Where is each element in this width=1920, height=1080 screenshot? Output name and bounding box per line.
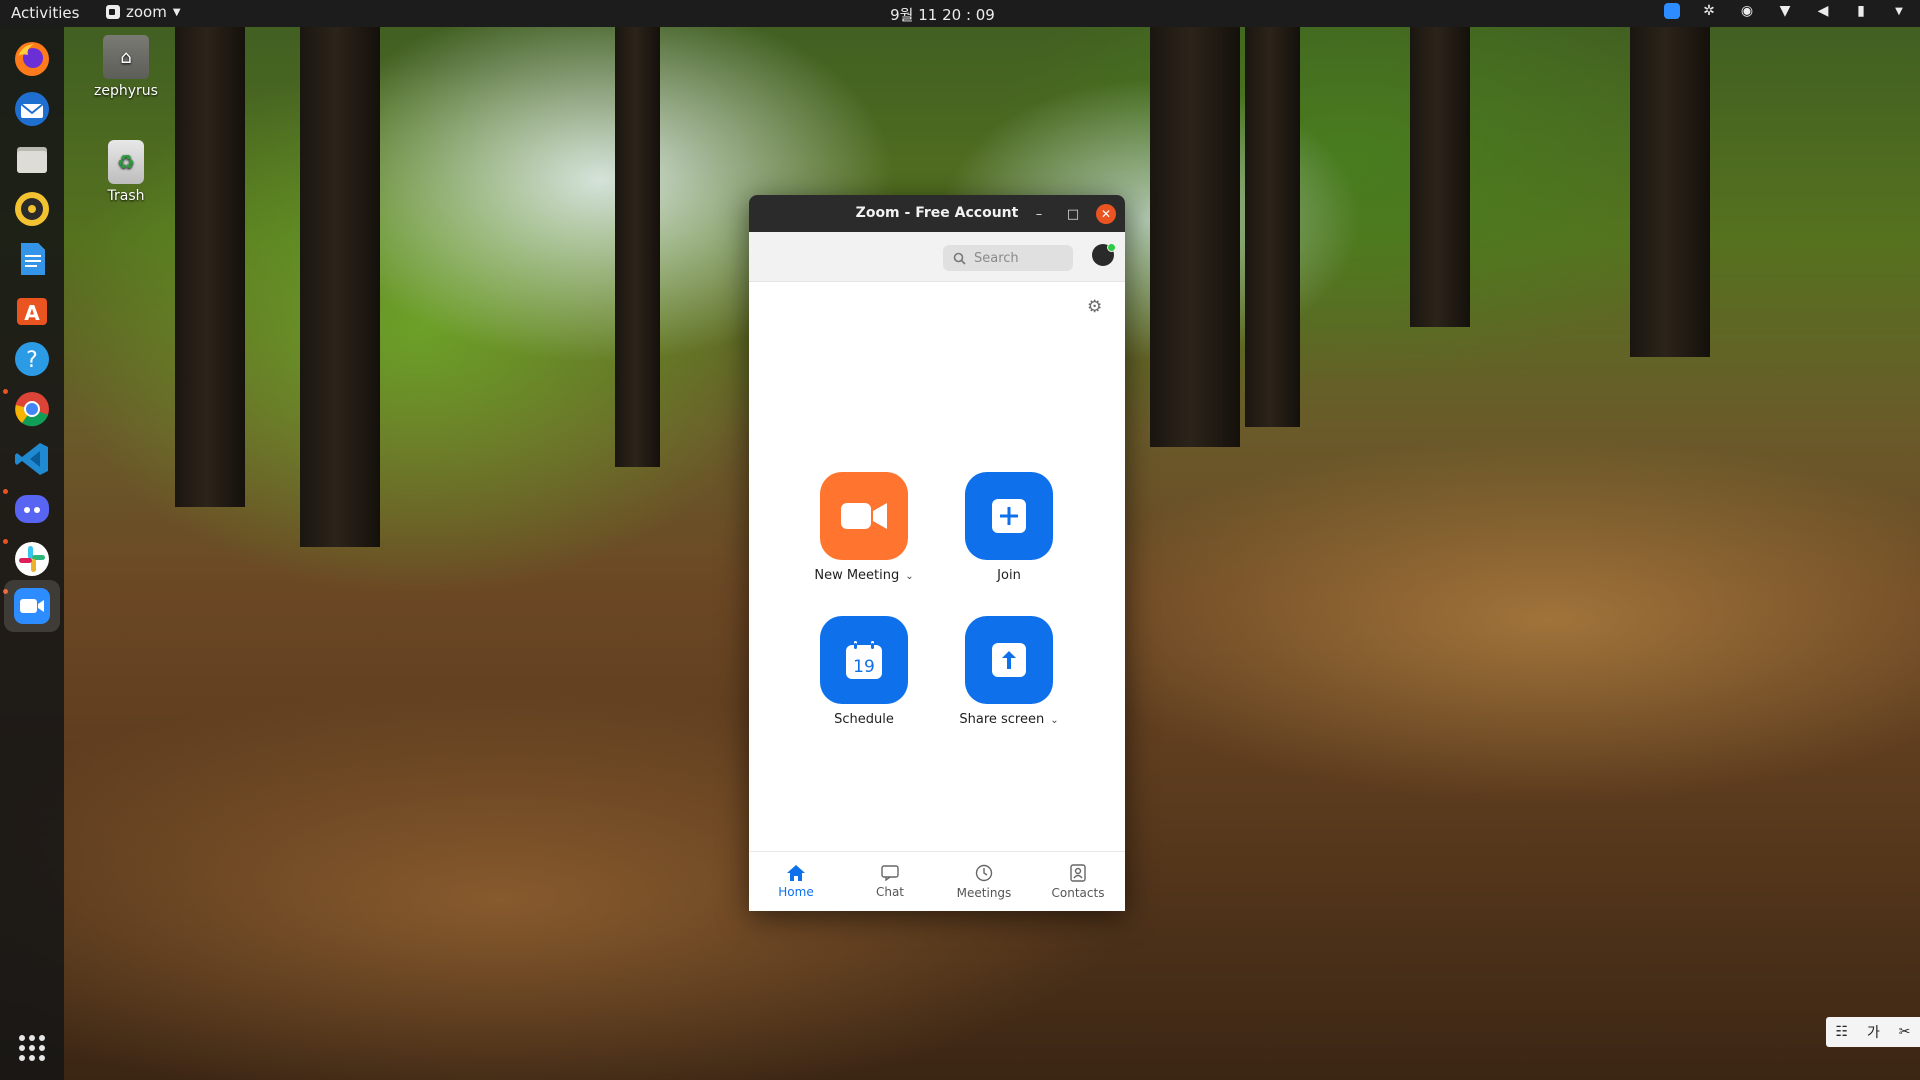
tree-trunk (300, 27, 380, 547)
share-screen-button[interactable]: Share screen ⌄ (949, 616, 1069, 727)
chrome-icon[interactable] (10, 387, 54, 431)
tab-contacts-label: Contacts (1051, 885, 1105, 900)
tree-trunk (175, 27, 245, 507)
ime-tools-icon[interactable]: ✂ (1899, 1024, 1911, 1040)
slack-tray-icon[interactable]: ✲ (1700, 3, 1718, 19)
zoom-icon[interactable] (4, 580, 60, 632)
schedule-tile[interactable]: 19 (820, 616, 908, 704)
system-tray[interactable]: ✲ ◉ ▼ ◀ ▮ ▼ (1664, 3, 1908, 19)
join-button[interactable]: Join (949, 472, 1069, 583)
tree-trunk (1410, 27, 1470, 327)
firefox-icon[interactable] (10, 37, 54, 81)
desktop-trash[interactable]: ♻ Trash (81, 140, 171, 204)
tree-trunk (615, 27, 660, 467)
share-screen-tile[interactable] (965, 616, 1053, 704)
maximize-button[interactable]: □ (1063, 204, 1083, 224)
home-icon (787, 864, 805, 881)
zoom-header: Search (749, 232, 1125, 282)
search-placeholder: Search (974, 250, 1019, 266)
thunderbird-icon[interactable] (10, 87, 54, 131)
wifi-icon[interactable]: ▼ (1776, 3, 1794, 19)
show-applications-button[interactable] (19, 1035, 45, 1061)
minimize-button[interactable]: – (1029, 204, 1049, 224)
desktop-home-folder[interactable]: ⌂ zephyrus (81, 35, 171, 99)
search-icon (953, 252, 966, 265)
desktop-home-label: zephyrus (94, 83, 158, 99)
libreoffice-writer-icon[interactable] (10, 237, 54, 281)
zoom-tray-icon[interactable] (1664, 3, 1680, 19)
chevron-down-icon[interactable]: ⌄ (1050, 715, 1058, 726)
window-titlebar[interactable]: Zoom - Free Account – □ ✕ (749, 195, 1125, 232)
plus-icon (992, 499, 1026, 533)
search-input[interactable]: Search (943, 245, 1073, 271)
svg-text:A: A (24, 301, 40, 325)
ime-panel[interactable]: ☷ 가 ✂ (1826, 1017, 1920, 1047)
tree-trunk (1150, 27, 1240, 447)
calendar-icon: 19 (846, 641, 882, 679)
discord-icon[interactable] (10, 487, 54, 531)
calendar-day: 19 (853, 657, 875, 677)
ime-menu-icon[interactable]: ☷ (1835, 1024, 1848, 1040)
discord-tray-icon[interactable]: ◉ (1738, 3, 1756, 19)
zoom-window: Zoom - Free Account – □ ✕ Search ⚙ New M… (749, 195, 1125, 911)
share-screen-label: Share screen (959, 712, 1045, 727)
chevron-down-icon[interactable]: ⌄ (905, 571, 913, 582)
tree-trunk (1630, 27, 1710, 357)
tab-contacts[interactable]: Contacts (1031, 852, 1125, 911)
chat-icon (881, 864, 899, 881)
close-button[interactable]: ✕ (1096, 204, 1116, 224)
home-folder-icon: ⌂ (103, 35, 149, 79)
battery-icon[interactable]: ▮ (1852, 3, 1870, 19)
ubuntu-software-icon[interactable]: A (10, 287, 54, 331)
rhythmbox-icon[interactable] (10, 187, 54, 231)
schedule-button[interactable]: 19 Schedule (804, 616, 924, 727)
clock[interactable]: 9월 11 20 : 09 (0, 4, 1885, 25)
tree-trunk (1245, 27, 1300, 427)
dock: A ? (0, 27, 64, 1080)
new-meeting-button[interactable]: New Meeting ⌄ (804, 472, 924, 583)
running-indicator (3, 389, 8, 394)
volume-icon[interactable]: ◀ (1814, 3, 1832, 19)
svg-text:?: ? (26, 348, 38, 373)
running-indicator (3, 489, 8, 494)
slack-icon[interactable] (10, 537, 54, 581)
tab-home[interactable]: Home (749, 852, 843, 911)
tab-meetings[interactable]: Meetings (937, 852, 1031, 911)
running-indicator (3, 539, 8, 544)
tab-chat-label: Chat (875, 884, 905, 899)
avatar[interactable] (1092, 243, 1116, 266)
vscode-icon[interactable] (10, 437, 54, 481)
schedule-label: Schedule (834, 712, 894, 727)
video-camera-icon (841, 503, 887, 529)
tab-home-label: Home (778, 884, 814, 899)
help-icon[interactable]: ? (10, 337, 54, 381)
files-icon[interactable] (10, 137, 54, 181)
arrow-up-icon (992, 643, 1026, 677)
top-bar: Activities zoom ▼ 9월 11 20 : 09 ✲ ◉ ▼ ◀ … (0, 0, 1920, 27)
system-menu-chevron-icon[interactable]: ▼ (1890, 6, 1908, 17)
bottom-nav: Home Chat Meetings Contacts (749, 851, 1125, 911)
contacts-icon (1070, 863, 1086, 882)
tab-meetings-label: Meetings (956, 885, 1012, 900)
clock-icon (975, 864, 993, 881)
join-tile[interactable] (965, 472, 1053, 560)
settings-gear-icon[interactable]: ⚙ (1087, 297, 1102, 317)
desktop-trash-label: Trash (107, 188, 145, 204)
tab-chat[interactable]: Chat (843, 852, 937, 911)
join-label: Join (997, 568, 1021, 583)
new-meeting-label: New Meeting (814, 568, 900, 583)
trash-icon: ♻ (108, 140, 144, 184)
new-meeting-tile[interactable] (820, 472, 908, 560)
ime-hangul-mode[interactable]: 가 (1867, 1022, 1880, 1042)
